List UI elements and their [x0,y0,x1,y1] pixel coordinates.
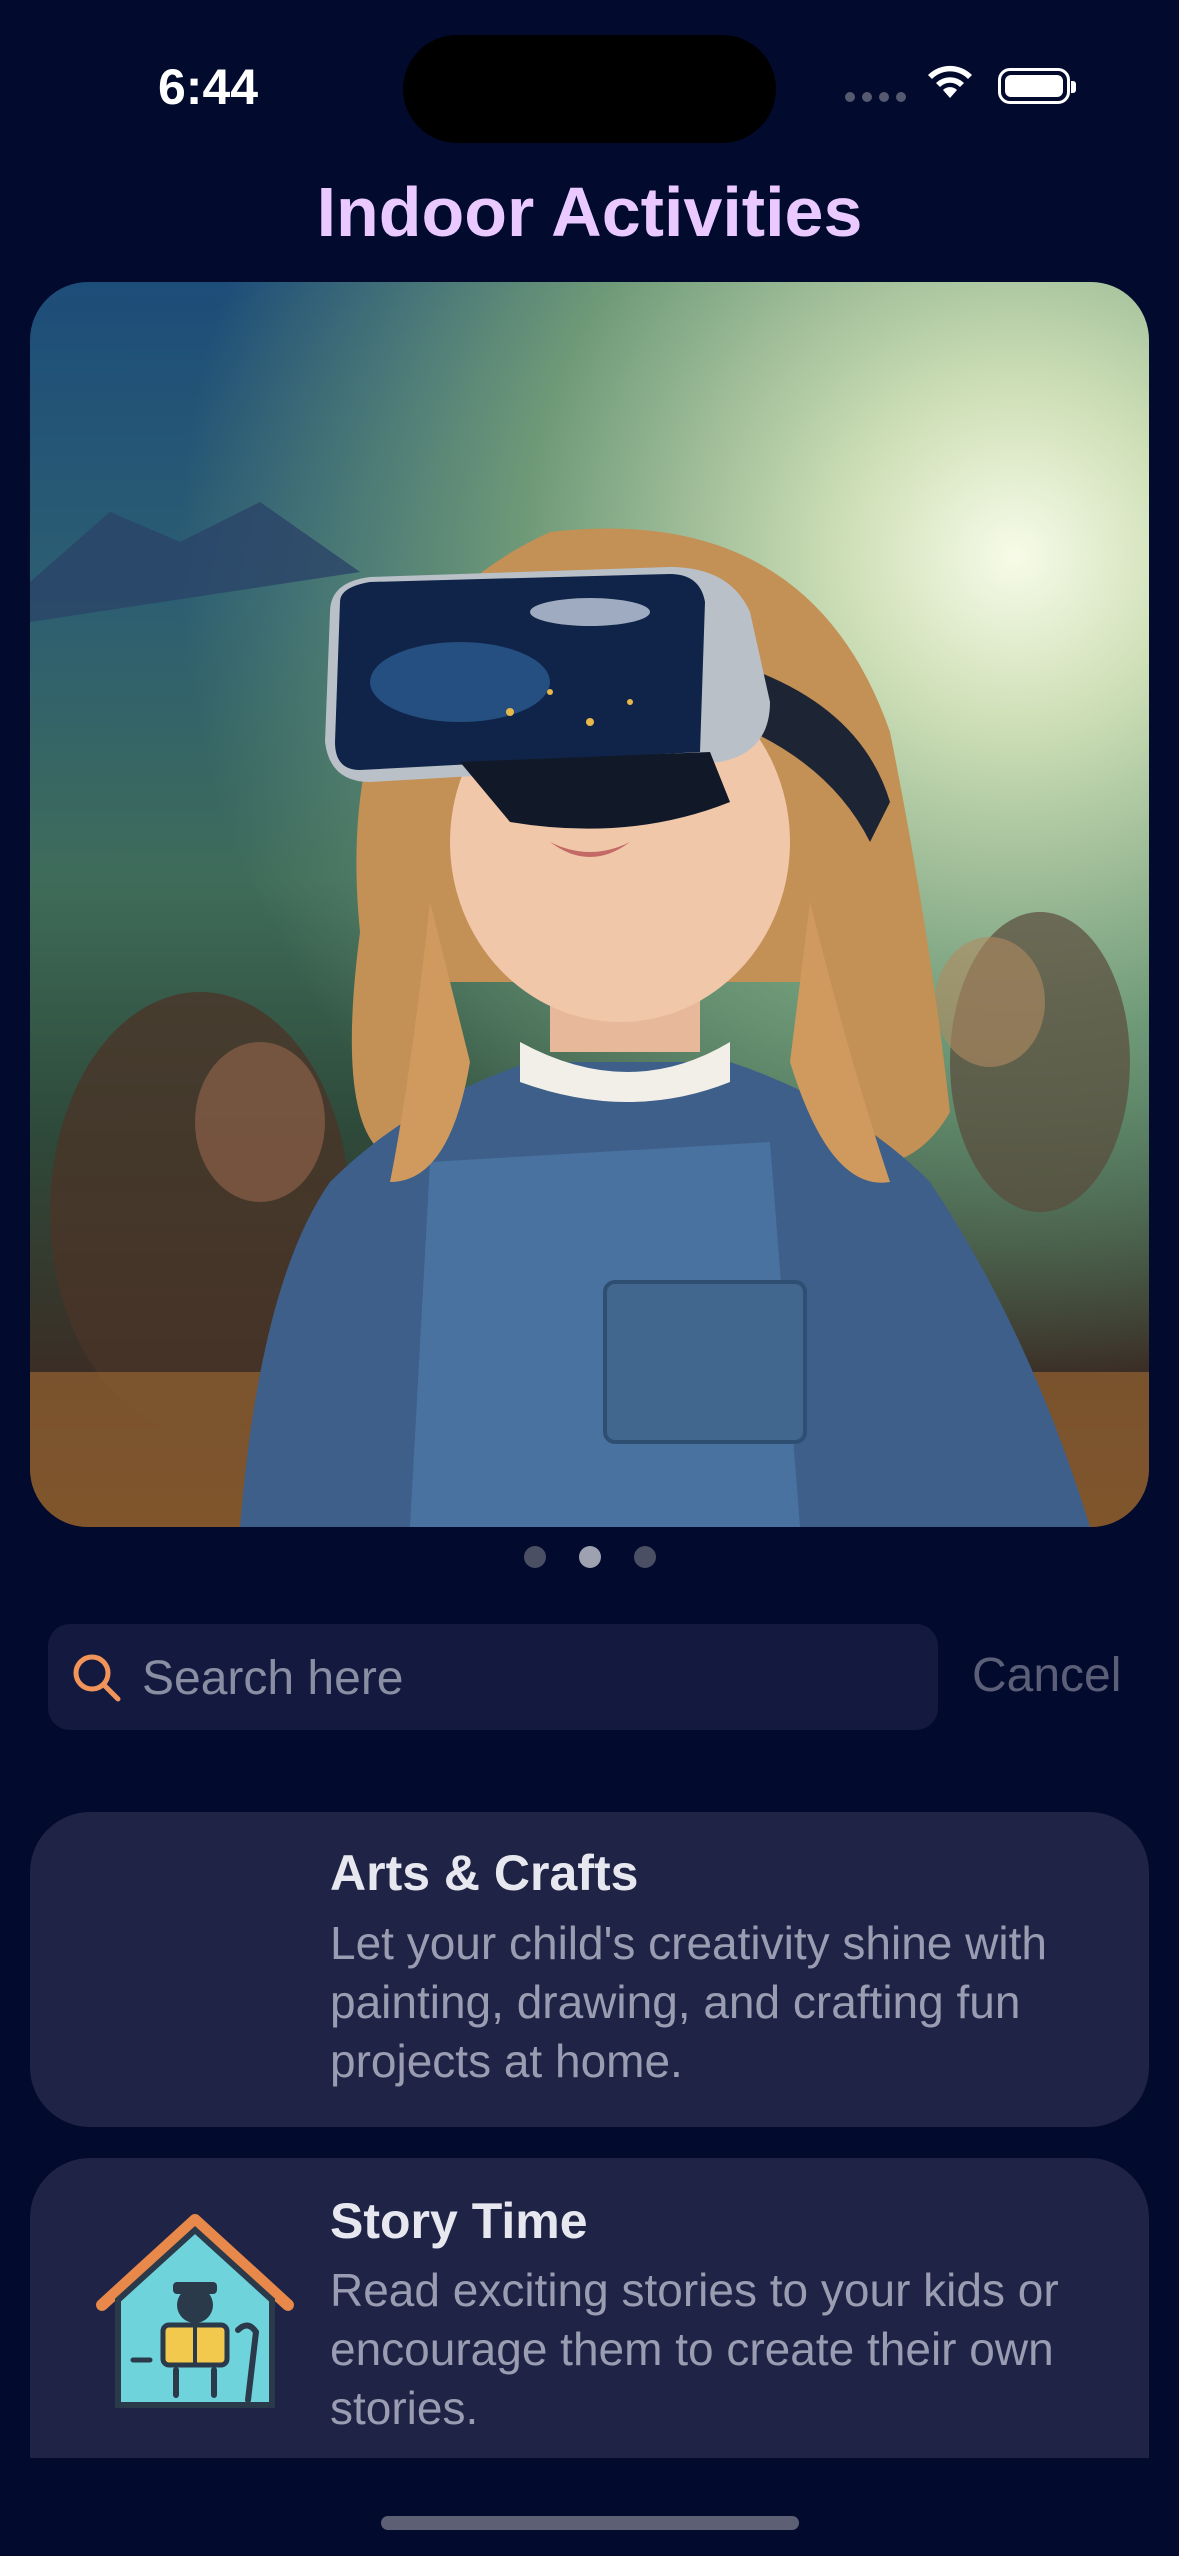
battery-icon [998,68,1076,104]
status-time: 6:44 [158,59,259,115]
search-icon [73,1654,121,1702]
cellular-signal-icon [845,92,906,102]
page-title: Indoor Activities [316,173,863,251]
story-house-icon [96,2214,294,2408]
hero-carousel-image[interactable] [30,282,1149,1527]
search-input[interactable] [140,1624,904,1732]
home-indicator[interactable] [381,2516,799,2530]
child-vr-headset-illustration [30,502,1149,1527]
activity-description: Let your child's creativity shine with p… [330,1917,1047,2087]
activity-title: Story Time [330,2193,588,2249]
cancel-button[interactable]: Cancel [972,1648,1121,1703]
dynamic-island [403,35,776,143]
page-dot[interactable] [523,1546,546,1568]
wifi-icon [928,65,972,98]
carousel-page-indicator[interactable] [0,1546,1179,1568]
activity-card-arts-crafts[interactable]: Arts & Crafts Let your child's creativit… [30,1812,1149,2127]
page-dot[interactable] [633,1546,656,1568]
activity-description: Read exciting stories to your kids or en… [330,2264,1059,2434]
activity-title: Arts & Crafts [330,1845,639,1901]
search-bar[interactable] [48,1624,938,1732]
activity-card-story-time[interactable]: Story Time Read exciting stories to your… [30,2158,1149,2458]
page-dot-active[interactable] [578,1546,601,1568]
